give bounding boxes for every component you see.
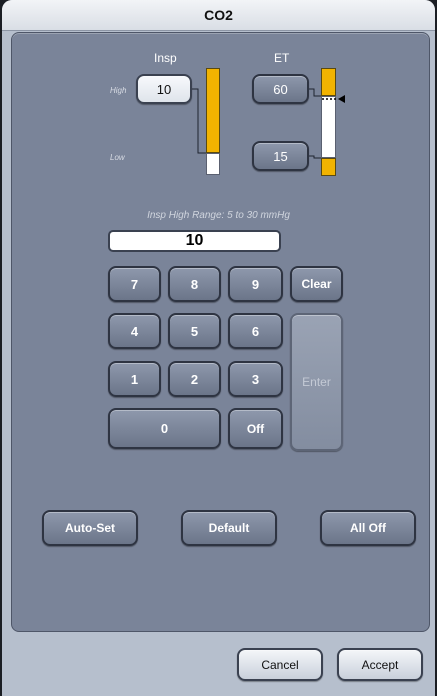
key-8[interactable]: 8	[168, 266, 221, 302]
clear-button[interactable]: Clear	[290, 266, 343, 302]
cancel-button[interactable]: Cancel	[237, 648, 323, 681]
range-hint: Insp High Range: 5 to 30 mmHg	[147, 210, 290, 221]
key-9[interactable]: 9	[228, 266, 283, 302]
co2-alarm-dialog: CO2 Insp High Low 10 ET 60 15 Insp High …	[2, 0, 435, 696]
current-value-marker-icon	[338, 95, 345, 103]
value-entry-field[interactable]: 10	[108, 230, 281, 252]
key-1[interactable]: 1	[108, 361, 161, 397]
default-button[interactable]: Default	[181, 510, 277, 546]
key-6[interactable]: 6	[228, 313, 283, 349]
key-0[interactable]: 0	[108, 408, 221, 449]
key-7[interactable]: 7	[108, 266, 161, 302]
key-3[interactable]: 3	[228, 361, 283, 397]
off-button[interactable]: Off	[228, 408, 283, 449]
key-5[interactable]: 5	[168, 313, 221, 349]
accept-button[interactable]: Accept	[337, 648, 423, 681]
key-4[interactable]: 4	[108, 313, 161, 349]
enter-button[interactable]: Enter	[290, 313, 343, 451]
all-off-button[interactable]: All Off	[320, 510, 416, 546]
key-2[interactable]: 2	[168, 361, 221, 397]
auto-set-button[interactable]: Auto-Set	[42, 510, 138, 546]
limit-connector-lines	[192, 88, 345, 159]
